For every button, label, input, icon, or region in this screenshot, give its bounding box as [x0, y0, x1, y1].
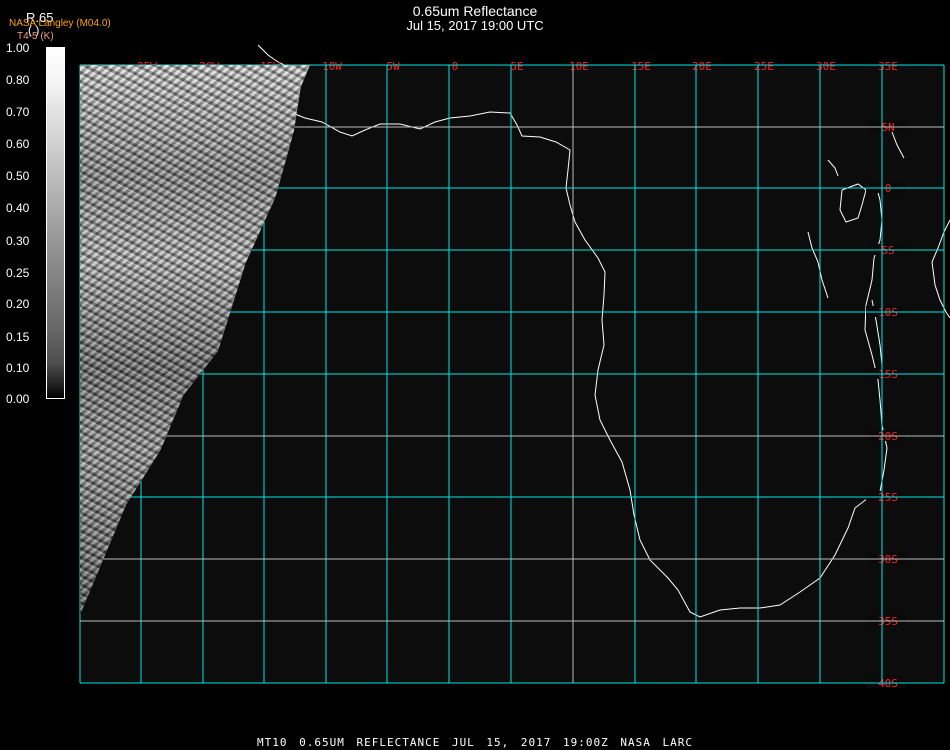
longitude-label: 5W [386, 60, 400, 73]
longitude-label: 15E [631, 60, 651, 73]
longitude-label: 0 [452, 60, 459, 73]
longitude-label: 30E [816, 60, 836, 73]
longitude-label: 20E [692, 60, 712, 73]
longitude-label: 5E [510, 60, 523, 73]
longitude-label: 10W [322, 60, 342, 73]
longitude-label: 10E [569, 60, 589, 73]
footer-caption: MT10 0.65UM REFLECTANCE JUL 15, 2017 19:… [257, 736, 693, 749]
longitude-label: 25E [754, 60, 774, 73]
longitude-label: 35E [878, 60, 898, 73]
